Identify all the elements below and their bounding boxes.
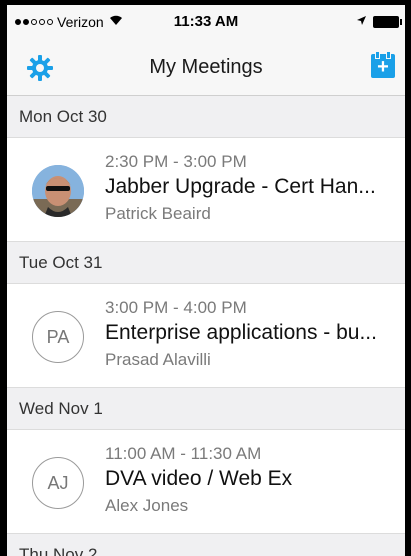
phone-screen: Verizon 11:33 AM My Meetings + Mon Oct 3…	[7, 5, 405, 556]
meeting-row[interactable]: 2:30 PM - 3:00 PM Jabber Upgrade - Cert …	[7, 138, 405, 242]
calendar-add-icon: +	[377, 56, 389, 78]
meeting-organizer: Prasad Alavilli	[105, 350, 211, 369]
add-meeting-button[interactable]: +	[371, 51, 395, 78]
meeting-time: 11:00 AM - 11:30 AM	[105, 444, 262, 463]
profile-photo-icon	[32, 165, 84, 217]
avatar	[32, 165, 84, 217]
meeting-text: 2:30 PM - 3:00 PM Jabber Upgrade - Cert …	[105, 152, 397, 224]
meeting-time: 2:30 PM - 3:00 PM	[105, 152, 247, 171]
meeting-text: 11:00 AM - 11:30 AM DVA video / Web Ex A…	[105, 444, 397, 516]
meeting-organizer: Patrick Beaird	[105, 204, 211, 223]
date-section-header: Mon Oct 30	[7, 96, 405, 138]
status-bar: Verizon 11:33 AM	[7, 5, 405, 39]
meeting-title: Enterprise applications - bu...	[105, 321, 377, 344]
date-section-header: Wed Nov 1	[7, 388, 405, 430]
avatar: PA	[32, 311, 84, 363]
nav-bar: My Meetings +	[7, 39, 405, 96]
page-title: My Meetings	[149, 56, 263, 78]
avatar: AJ	[32, 457, 84, 509]
meeting-text: 3:00 PM - 4:00 PM Enterprise application…	[105, 298, 397, 370]
meeting-row[interactable]: AJ 11:00 AM - 11:30 AM DVA video / Web E…	[7, 430, 405, 534]
date-section-header: Thu Nov 2	[7, 534, 405, 556]
status-right	[356, 15, 402, 29]
status-time: 11:33 AM	[173, 13, 239, 30]
meeting-title: DVA video / Web Ex	[105, 467, 293, 490]
meeting-organizer: Alex Jones	[105, 496, 189, 515]
date-section-header: Tue Oct 31	[7, 242, 405, 284]
meeting-title: Jabber Upgrade - Cert Han...	[105, 175, 376, 198]
meeting-row[interactable]: PA 3:00 PM - 4:00 PM Enterprise applicat…	[7, 284, 405, 388]
battery-icon	[373, 16, 402, 28]
meeting-time: 3:00 PM - 4:00 PM	[105, 298, 247, 317]
location-arrow-icon	[356, 15, 367, 29]
